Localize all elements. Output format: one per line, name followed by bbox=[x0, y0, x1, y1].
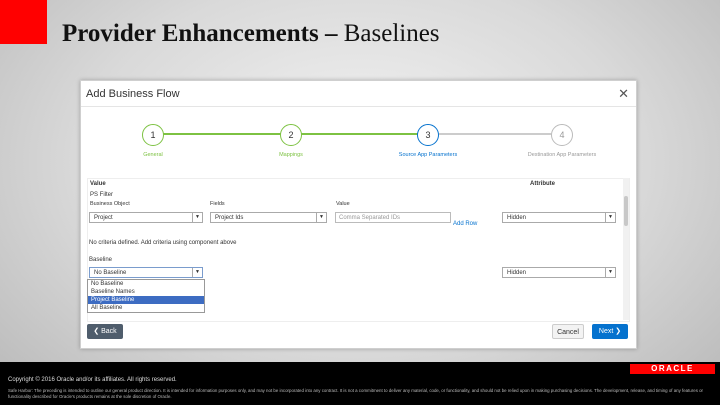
business-object-select[interactable]: Project ▼ bbox=[89, 212, 203, 223]
step-2-circle[interactable]: 2 bbox=[280, 124, 302, 146]
add-row-link[interactable]: Add Row bbox=[453, 221, 477, 227]
step-connector-2-3 bbox=[301, 133, 419, 135]
step-connector-3-4 bbox=[439, 133, 551, 135]
chevron-down-icon: ▼ bbox=[192, 268, 202, 277]
attribute-column-header: Attribute bbox=[530, 181, 555, 187]
dialog-title: Add Business Flow bbox=[86, 88, 180, 100]
safe-harbor-text: Safe Harbor: The preceding is intended t… bbox=[8, 388, 704, 399]
step-2-label: Mappings bbox=[279, 152, 303, 158]
baseline-select[interactable]: No Baseline ▼ bbox=[89, 267, 203, 278]
title-divider bbox=[81, 106, 636, 107]
add-business-flow-dialog: Add Business Flow ✕ 1 2 3 4 General Mapp… bbox=[80, 80, 637, 349]
step-3-circle[interactable]: 3 bbox=[417, 124, 439, 146]
business-object-label: Business Object bbox=[90, 201, 130, 207]
baseline-option[interactable]: All Baseline bbox=[88, 304, 204, 312]
grid-scrollbar-thumb[interactable] bbox=[624, 196, 628, 226]
fields-select[interactable]: Project Ids ▼ bbox=[210, 212, 327, 223]
next-button[interactable]: Next ❯ bbox=[592, 324, 628, 339]
baseline-dropdown-list[interactable]: No Baseline Baseline Names Project Basel… bbox=[87, 279, 205, 313]
cancel-button[interactable]: Cancel bbox=[552, 324, 584, 339]
attribute-select-row1[interactable]: Hidden ▼ bbox=[502, 212, 616, 223]
baseline-option[interactable]: Baseline Names bbox=[88, 288, 204, 296]
value-input[interactable]: Comma Separated IDs bbox=[335, 212, 451, 223]
back-button[interactable]: ❮ Back bbox=[87, 324, 123, 339]
step-3-label: Source App Parameters bbox=[398, 152, 458, 158]
attribute-select-row2[interactable]: Hidden ▼ bbox=[502, 267, 616, 278]
fields-label: Fields bbox=[210, 201, 225, 207]
step-1-label: General bbox=[143, 152, 163, 158]
baseline-option[interactable]: No Baseline bbox=[88, 280, 204, 288]
value-label: Value bbox=[336, 201, 350, 207]
chevron-down-icon: ▼ bbox=[605, 268, 615, 277]
chevron-down-icon: ▼ bbox=[192, 213, 202, 222]
oracle-logo: ORACLE bbox=[630, 364, 715, 374]
value-column-header: Value bbox=[90, 181, 106, 187]
step-connector-1-2 bbox=[163, 133, 281, 135]
ps-filter-label: PS Filter bbox=[90, 192, 114, 198]
red-accent-square bbox=[0, 0, 47, 44]
chevron-down-icon: ▼ bbox=[316, 213, 326, 222]
step-4-circle[interactable]: 4 bbox=[551, 124, 573, 146]
slide-title: Provider Enhancements – Baselines bbox=[62, 20, 440, 47]
copyright-text: Copyright © 2016 Oracle and/or its affil… bbox=[8, 377, 177, 383]
no-criteria-note: No criteria defined. Add criteria using … bbox=[89, 240, 237, 246]
chevron-down-icon: ▼ bbox=[605, 213, 615, 222]
step-4-label: Destination App Parameters bbox=[527, 152, 597, 158]
step-1-circle[interactable]: 1 bbox=[142, 124, 164, 146]
baseline-option-selected[interactable]: Project Baseline bbox=[88, 296, 204, 304]
close-icon[interactable]: ✕ bbox=[618, 86, 629, 102]
baseline-label: Baseline bbox=[89, 257, 113, 263]
